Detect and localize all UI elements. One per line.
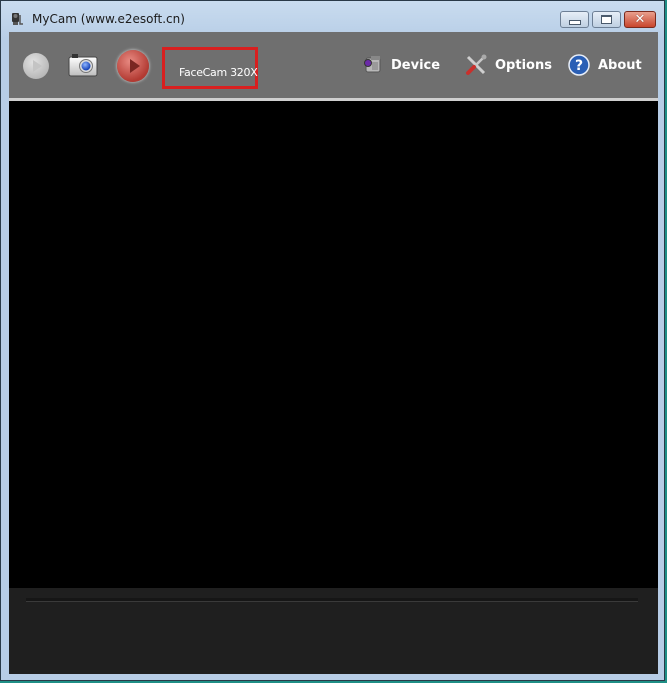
camera-icon xyxy=(68,54,98,77)
about-menu-button[interactable]: ? About xyxy=(568,52,642,78)
maximize-icon xyxy=(601,15,612,24)
app-window: MyCam (www.e2esoft.cn) ✕ FaceCam 320X De… xyxy=(0,0,665,681)
options-menu-button[interactable]: Options xyxy=(465,52,552,78)
snapshot-button[interactable] xyxy=(68,53,98,77)
device-name-label: FaceCam 320X xyxy=(179,66,258,79)
camcorder-icon xyxy=(364,56,381,73)
device-name-box: FaceCam 320X xyxy=(162,47,258,89)
progress-track[interactable] xyxy=(26,598,638,602)
tools-icon xyxy=(466,54,487,75)
options-menu-label: Options xyxy=(495,57,552,73)
help-icon: ? xyxy=(568,54,590,76)
play-button[interactable] xyxy=(23,53,49,79)
client-area: FaceCam 320X Device Options ? About xyxy=(9,32,658,674)
svg-text:?: ? xyxy=(575,58,583,74)
device-menu-button[interactable]: Device xyxy=(363,52,440,78)
minimize-icon xyxy=(568,19,581,25)
title-bar[interactable]: MyCam (www.e2esoft.cn) ✕ xyxy=(1,1,664,33)
minimize-button[interactable] xyxy=(560,11,589,28)
about-menu-label: About xyxy=(598,57,642,73)
record-button[interactable] xyxy=(117,50,149,82)
close-button[interactable]: ✕ xyxy=(624,11,656,28)
video-preview xyxy=(9,101,658,588)
device-menu-label: Device xyxy=(391,57,441,73)
webcam-icon xyxy=(12,13,23,25)
toolbar: FaceCam 320X Device Options ? About xyxy=(9,32,658,101)
close-icon: ✕ xyxy=(634,12,646,27)
bottom-panel xyxy=(9,588,658,674)
play-icon xyxy=(33,60,42,72)
window-title: MyCam (www.e2esoft.cn) xyxy=(32,12,185,26)
maximize-button[interactable] xyxy=(592,11,621,28)
record-icon xyxy=(130,59,140,73)
